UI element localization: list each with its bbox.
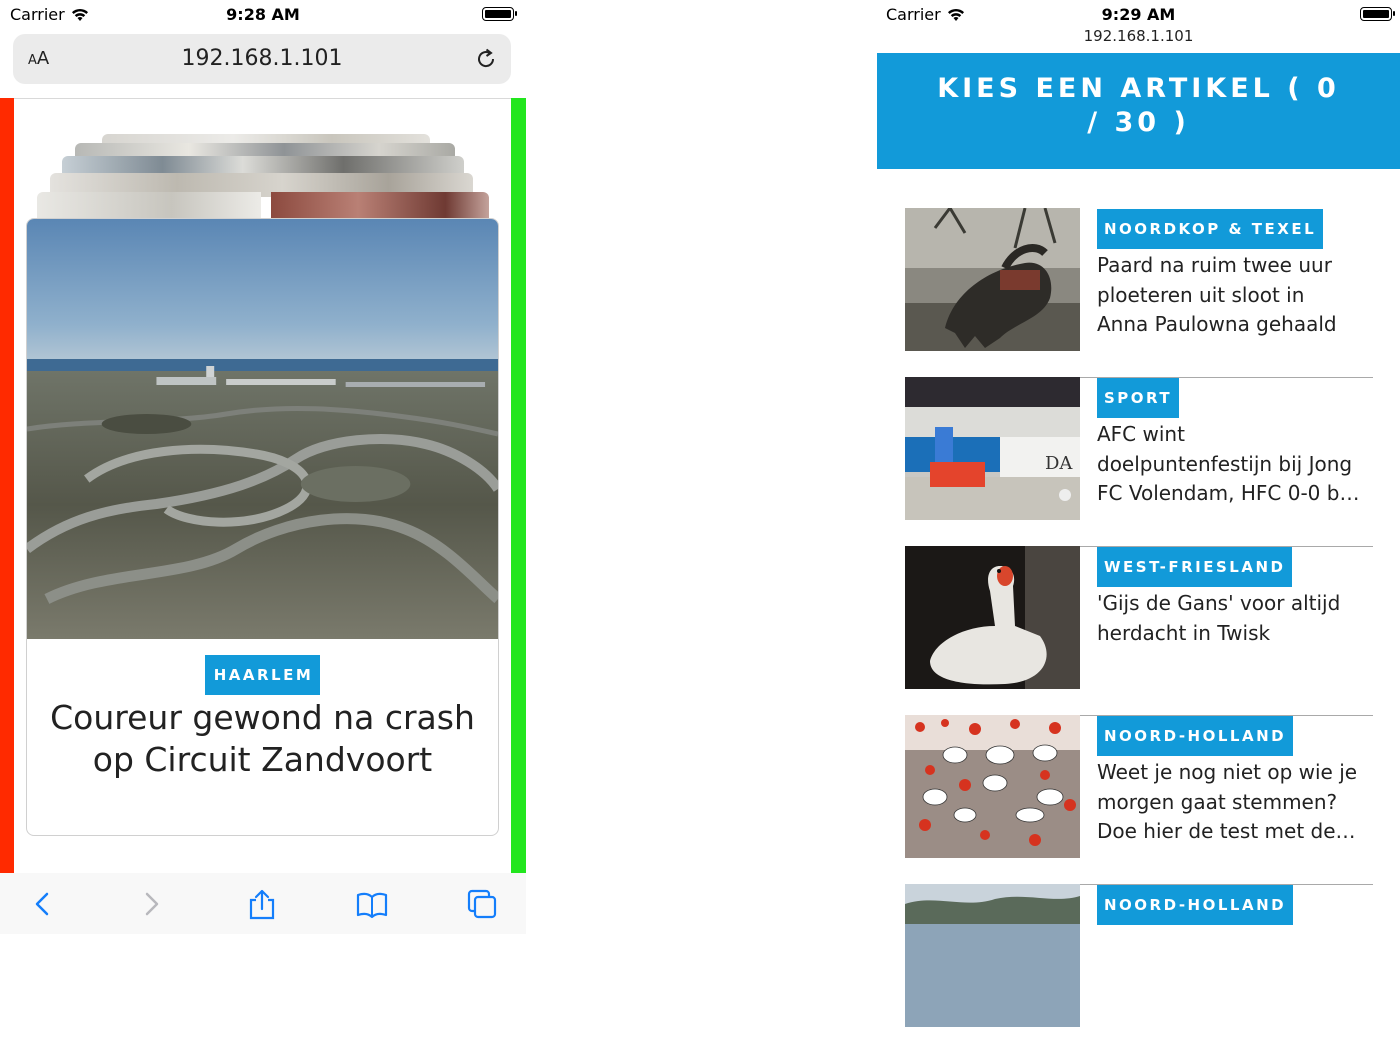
carrier-info: Carrier: [10, 5, 89, 24]
article-title: Weet je nog niet op wie je morgen gaat s…: [1097, 760, 1358, 843]
article-thumbnail: DA: [905, 377, 1080, 520]
article-list-item[interactable]: NOORDKOP & TEXEL Paard na ruim twee uur …: [905, 208, 1373, 378]
swipe-right-indicator: [511, 98, 526, 873]
forward-icon[interactable]: [134, 887, 168, 921]
status-bar: Carrier 9:28 AM: [0, 0, 526, 28]
back-icon[interactable]: [26, 887, 60, 921]
category-tag: SPORT: [1097, 378, 1180, 418]
address-bar[interactable]: AA 192.168.1.101: [13, 34, 511, 84]
tabs-icon[interactable]: [465, 887, 499, 921]
carrier-label: Carrier: [886, 5, 941, 24]
address-url[interactable]: 192.168.1.101: [13, 46, 511, 71]
category-tag: NOORD-HOLLAND: [1097, 716, 1294, 756]
right-phone-screen: Carrier 9:29 AM 192.168.1.101 KIES EEN A…: [877, 0, 1400, 1027]
article-thumbnail: [905, 884, 1080, 1027]
article-list-item[interactable]: NOORD-HOLLAND Weet je nog niet op wie je…: [905, 715, 1373, 885]
address-url[interactable]: 192.168.1.101: [877, 27, 1400, 45]
share-icon[interactable]: [245, 887, 279, 921]
article-photo: [27, 219, 498, 639]
reload-icon[interactable]: [473, 46, 499, 72]
category-label: SPORT: [1097, 378, 1180, 418]
article-thumbnail: [905, 715, 1080, 858]
article-list-item[interactable]: NOORD-HOLLAND: [905, 884, 1373, 1054]
stacked-card: [37, 192, 489, 218]
category-label: NOORD-HOLLAND: [1097, 716, 1294, 756]
article-title: 'Gijs de Gans' voor altijd herdacht in T…: [1097, 591, 1341, 645]
browser-toolbar: [0, 873, 526, 934]
category-tag: NOORDKOP & TEXEL: [1097, 209, 1324, 249]
battery-icon: [482, 7, 517, 21]
article-thumbnail: [905, 208, 1080, 351]
carrier-info: Carrier: [886, 5, 965, 24]
category-label: NOORDKOP & TEXEL: [1097, 209, 1324, 249]
wifi-icon: [947, 8, 964, 21]
carrier-label: Carrier: [10, 5, 65, 24]
category-label: HAARLEM: [204, 655, 321, 695]
category-tag: WEST-FRIESLAND: [1097, 547, 1293, 587]
wifi-icon: [71, 8, 88, 21]
article-list-item[interactable]: DA SPORT AFC wint doelpuntenfestijn bij …: [905, 377, 1373, 547]
svg-text:DA: DA: [1045, 453, 1073, 474]
bookmarks-icon[interactable]: [355, 887, 389, 921]
article-headline: Coureur gewond na crash op Circuit Zandv…: [50, 698, 475, 779]
page-title: KIES EEN ARTIKEL ( 0 / 30 ): [937, 73, 1340, 138]
swipe-left-indicator: [0, 98, 14, 873]
article-card[interactable]: HAARLEM Coureur gewond na crash op Circu…: [26, 218, 499, 836]
category-label: NOORD-HOLLAND: [1097, 885, 1294, 925]
left-phone-screen: Carrier 9:28 AM AA 192.168.1.101 HAARLEM…: [0, 0, 526, 934]
article-title: Paard na ruim twee uur ploeteren uit slo…: [1097, 253, 1337, 336]
battery-icon: [1360, 7, 1395, 21]
article-thumbnail: [905, 546, 1080, 689]
category-label: WEST-FRIESLAND: [1097, 547, 1293, 587]
status-bar: Carrier 9:29 AM: [877, 0, 1400, 28]
category-tag: NOORD-HOLLAND: [1097, 885, 1294, 925]
page-header: KIES EEN ARTIKEL ( 0 / 30 ): [877, 53, 1400, 169]
category-tag: HAARLEM: [27, 655, 498, 695]
article-title: AFC wint doelpuntenfestijn bij Jong FC V…: [1097, 422, 1353, 505]
article-list-item[interactable]: WEST-FRIESLAND 'Gijs de Gans' voor altij…: [905, 546, 1373, 716]
